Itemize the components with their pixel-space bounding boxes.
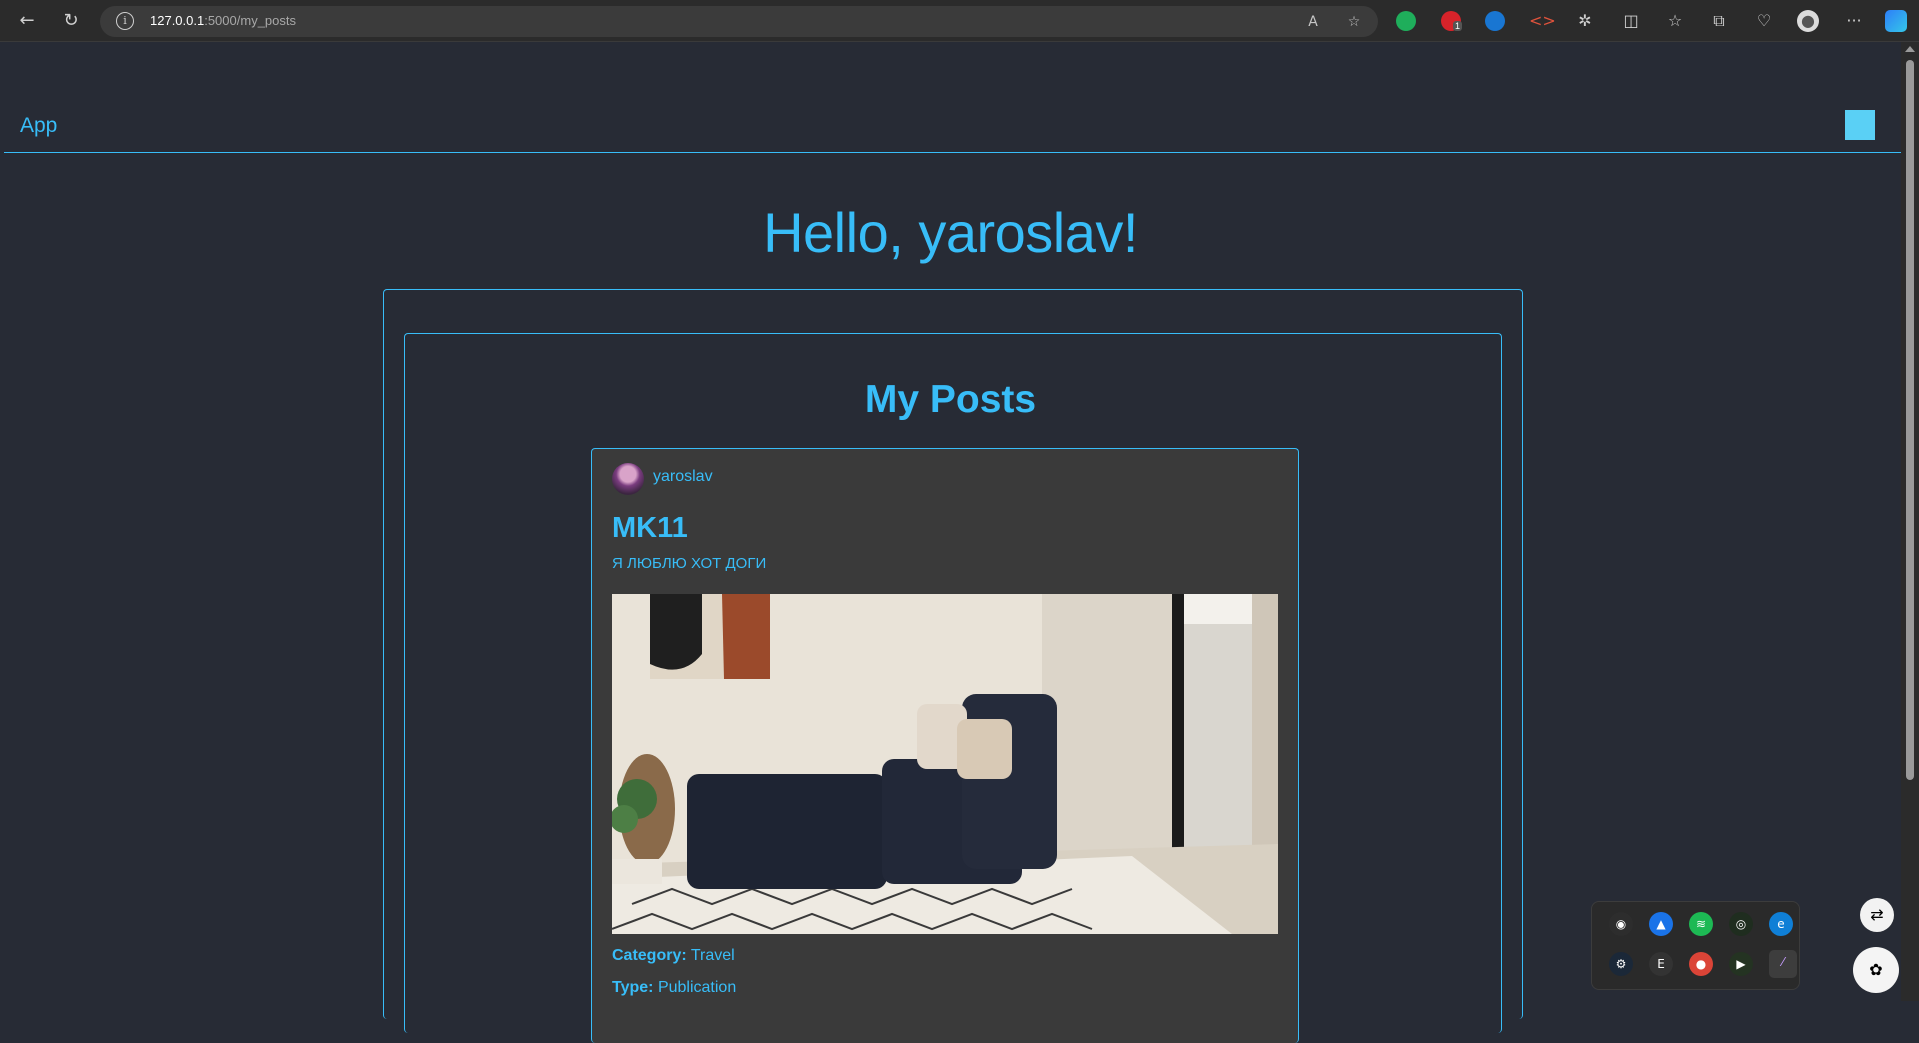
- extension-badge: 1: [1453, 21, 1463, 31]
- nvidia-icon[interactable]: ◎: [1729, 912, 1753, 936]
- chrome-icon[interactable]: ●: [1689, 952, 1713, 976]
- navbar-toggle-button[interactable]: [1845, 110, 1875, 140]
- category-label: Category:: [612, 947, 687, 964]
- extensions-puzzle-icon[interactable]: ✲: [1574, 10, 1596, 32]
- post-body: Я ЛЮБЛЮ ХОТ ДОГИ: [612, 555, 767, 572]
- category-value: Travel: [690, 947, 735, 964]
- url-host: 127.0.0.1: [150, 13, 205, 28]
- post-card: yaroslav MK11 Я ЛЮБЛЮ ХОТ ДОГИ Category:…: [591, 448, 1299, 1043]
- code-extension-icon[interactable]: <>: [1529, 10, 1556, 32]
- media-player-icon[interactable]: ▶: [1729, 952, 1753, 976]
- url-path: :5000/my_posts: [204, 13, 296, 28]
- browser-essentials-icon[interactable]: ♡: [1753, 10, 1775, 32]
- extension-red-icon[interactable]: 1: [1441, 11, 1463, 31]
- discord-icon[interactable]: ◉: [1609, 912, 1633, 936]
- collections-icon[interactable]: ⧉: [1708, 10, 1730, 32]
- steam-icon[interactable]: ⚙: [1609, 952, 1633, 976]
- post-category: Category: Travel: [612, 947, 735, 965]
- app-navbar: App: [4, 42, 1901, 153]
- site-info-icon[interactable]: i: [116, 12, 134, 30]
- split-screen-icon[interactable]: ◫: [1620, 10, 1642, 32]
- author-avatar[interactable]: [612, 463, 644, 495]
- epic-games-icon[interactable]: E: [1649, 952, 1673, 976]
- type-value: Publication: [657, 979, 737, 996]
- post-image: [612, 594, 1278, 934]
- drive-icon[interactable]: ▲: [1649, 912, 1673, 936]
- quick-launch-tray: ◉ ▲ ≋ ◎ e ⚙ E ● ▶ ⁄: [1591, 901, 1800, 990]
- post-type: Type: Publication: [612, 979, 736, 997]
- post-author-link[interactable]: yaroslav: [653, 468, 713, 486]
- scroll-up-arrow-icon[interactable]: [1905, 46, 1915, 52]
- url-text[interactable]: 127.0.0.1:5000/my_posts: [150, 13, 296, 28]
- app-brand-link[interactable]: App: [20, 114, 57, 138]
- read-aloud-icon[interactable]: A: [1304, 13, 1322, 31]
- greeting-heading: Hello, yaroslav!: [763, 201, 1138, 264]
- favorites-icon[interactable]: ☆: [1664, 10, 1686, 32]
- brain-assistant-icon[interactable]: ✿: [1853, 947, 1899, 993]
- section-title: My Posts: [864, 378, 1037, 421]
- translate-icon[interactable]: ⇄: [1860, 898, 1894, 932]
- page-viewport: App Hello, yaroslav! My Posts yaroslav M…: [0, 42, 1901, 1043]
- more-menu-icon[interactable]: ···: [1843, 10, 1865, 32]
- feather-icon[interactable]: ⁄: [1769, 950, 1797, 978]
- copilot-icon[interactable]: [1885, 10, 1907, 32]
- reload-icon[interactable]: ↻: [60, 10, 82, 32]
- edge-icon[interactable]: e: [1769, 912, 1793, 936]
- scrollbar-thumb[interactable]: [1906, 60, 1914, 780]
- post-title: MK11: [612, 512, 688, 544]
- type-label: Type:: [612, 979, 654, 996]
- extension-green-icon[interactable]: [1396, 11, 1416, 31]
- address-bar[interactable]: i 127.0.0.1:5000/my_posts A ☆: [100, 6, 1378, 37]
- extension-blue-icon[interactable]: [1485, 11, 1505, 31]
- page-scrollbar[interactable]: [1901, 42, 1919, 1001]
- browser-toolbar: ← ↻ i 127.0.0.1:5000/my_posts A ☆ 1 <> ✲…: [0, 0, 1919, 42]
- favorite-star-icon[interactable]: ☆: [1345, 13, 1363, 31]
- profile-avatar-icon[interactable]: ●: [1797, 10, 1819, 32]
- back-icon[interactable]: ←: [16, 10, 38, 32]
- spotify-icon[interactable]: ≋: [1689, 912, 1713, 936]
